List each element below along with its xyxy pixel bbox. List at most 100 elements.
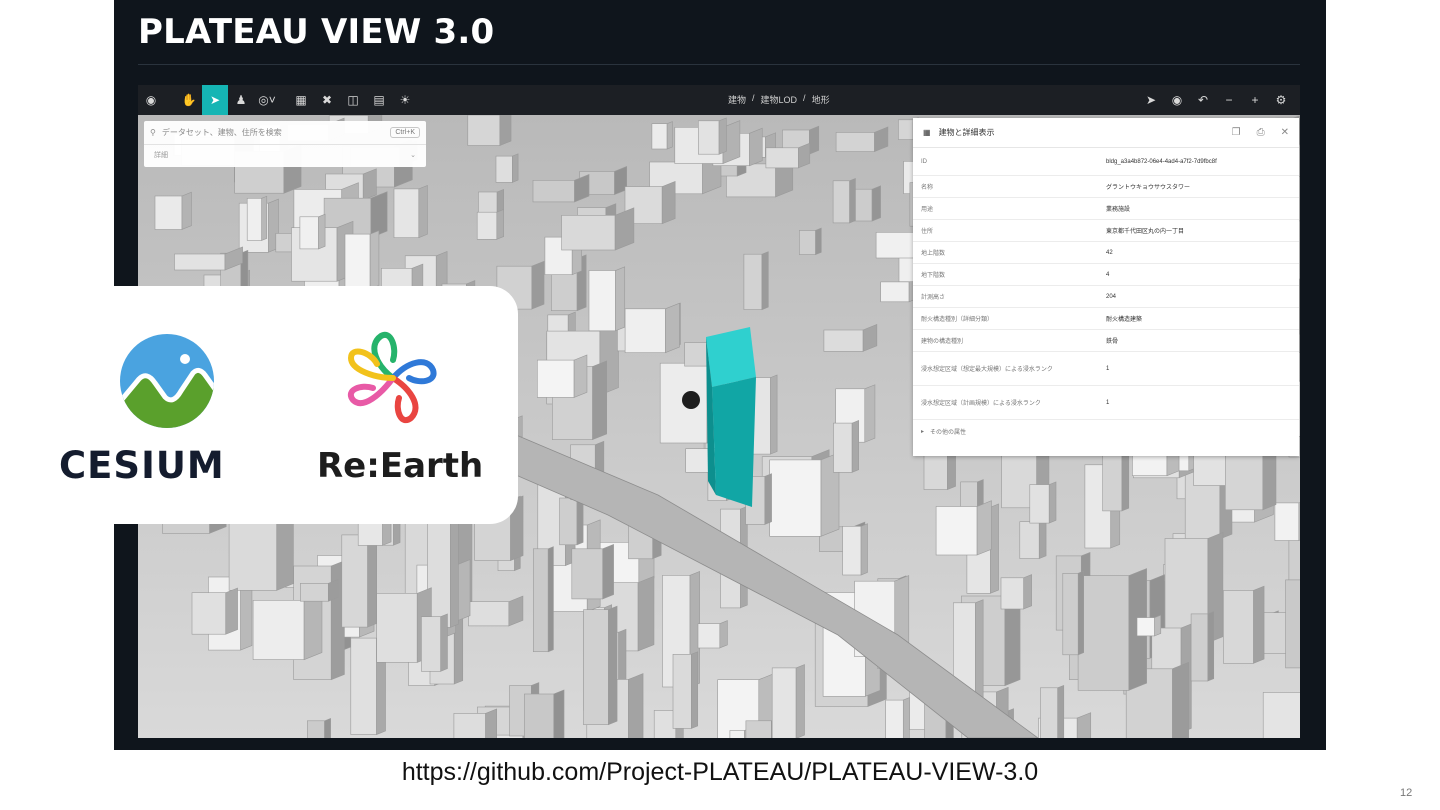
building-side — [902, 697, 910, 738]
shortcut-badge: Ctrl+K — [390, 127, 420, 138]
search-input[interactable]: データセット、建物、住所を検索 — [162, 127, 282, 138]
plus-icon[interactable]: + — [1242, 85, 1268, 115]
attribute-row: 地上階数 42 — [913, 242, 1299, 264]
building-block — [393, 188, 420, 239]
building-side — [496, 208, 504, 240]
attribute-row: 浸水想定区域（計画規模）による浸水ランク 1 — [913, 386, 1299, 420]
settings-icon[interactable]: ⚙ — [1268, 85, 1294, 115]
breadcrumb-item[interactable]: 建物 — [728, 93, 746, 106]
attribute-key: 浸水想定区域（計画規模）による浸水ランク — [921, 401, 1041, 407]
building-block — [833, 422, 853, 473]
sun-icon[interactable]: ☀ — [392, 85, 418, 115]
building-block — [935, 506, 978, 556]
location-pin-icon[interactable] — [682, 391, 700, 409]
building-side — [809, 125, 820, 155]
close-icon[interactable]: ✕ — [1281, 127, 1289, 138]
building-side — [362, 168, 377, 201]
building-block — [467, 115, 501, 146]
building-side — [860, 523, 868, 576]
cursor-icon[interactable]: ➤ — [202, 85, 228, 115]
building-block — [1274, 502, 1300, 541]
attribute-key: 地下階数 — [921, 273, 946, 279]
building-block — [1077, 575, 1130, 691]
building-block — [835, 132, 875, 152]
building-block — [1000, 577, 1025, 610]
breadcrumb-item[interactable]: 地形 — [812, 93, 830, 106]
logo-icon[interactable]: ◉ — [138, 85, 164, 115]
selected-building[interactable] — [706, 327, 756, 507]
print-icon[interactable]: ⎙ — [1257, 127, 1265, 138]
attribute-key: 計測高さ — [921, 295, 946, 301]
toolbar-right-group: ➤ ◉ ↶ − + ⚙ — [1138, 85, 1294, 115]
building-side — [661, 180, 676, 225]
building-block — [697, 120, 720, 155]
attribute-row: 用途 業務施設 — [913, 198, 1299, 220]
building-block — [1040, 687, 1059, 738]
building-icon: ▦ — [923, 128, 931, 137]
cesium-logo-icon — [120, 334, 214, 428]
source-url-link[interactable]: https://github.com/Project-PLATEAU/PLATE… — [0, 758, 1440, 787]
location-icon[interactable]: ◎˅ — [254, 85, 280, 115]
building-side — [871, 185, 881, 222]
minus-icon[interactable]: − — [1216, 85, 1242, 115]
more-attributes-toggle[interactable]: ▸ その他の属性 — [913, 420, 1299, 442]
filter-select[interactable]: 詳細 — [154, 150, 168, 160]
building-side — [815, 227, 822, 256]
building-block — [300, 582, 329, 602]
attribute-table: ID bldg_a3a4b872-06e4-4ad4-a7f2-7d9fbc8f 名… — [913, 148, 1299, 420]
building-block — [536, 359, 575, 398]
undo-icon[interactable]: ↶ — [1190, 85, 1216, 115]
building-side — [327, 578, 339, 602]
compare-icon[interactable]: ◫ — [340, 85, 366, 115]
building-side — [592, 360, 608, 441]
attribute-row: 住所 東京都千代田区丸の内一丁目 — [913, 220, 1299, 242]
building-block — [252, 599, 305, 660]
search-panel: ⚲ データセット、建物、住所を検索 Ctrl+K 詳細 ⌄ — [144, 121, 426, 167]
building-side — [1048, 481, 1057, 524]
building-block — [1190, 613, 1209, 682]
building-side — [1038, 518, 1047, 560]
building-block — [571, 548, 603, 600]
attribute-row: 浸水想定区域（想定最大規模）による浸水ランク 1 — [913, 352, 1299, 386]
building-side — [369, 230, 380, 290]
building-side — [1057, 684, 1065, 738]
info-panel-title: 建物と詳細表示 — [938, 128, 995, 137]
building-block — [588, 270, 616, 332]
building-side — [508, 595, 524, 627]
breadcrumb-item[interactable]: 建物LOD — [761, 93, 798, 106]
attribute-value: 東京都千代田区丸の内一丁目 — [1106, 229, 1185, 235]
building-side — [761, 251, 769, 311]
chevron-down-icon[interactable]: ⌄ — [410, 151, 416, 159]
building-side — [1154, 614, 1162, 637]
building-side — [261, 195, 268, 241]
hand-icon[interactable]: ✋ — [176, 85, 202, 115]
building-side — [318, 213, 326, 250]
measure-icon[interactable]: ✖ — [314, 85, 340, 115]
building-side — [1253, 585, 1265, 664]
grid-icon[interactable]: ▦ — [288, 85, 314, 115]
building-block — [154, 195, 183, 230]
building-side — [1023, 574, 1032, 610]
attribute-row: 耐火構造種別（詳細分類） 耐火構造建築 — [913, 308, 1299, 330]
building-block — [583, 609, 609, 726]
attribute-value: 業務施設 — [1106, 207, 1131, 213]
breadcrumb: 建物 / 建物LOD / 地形 — [728, 93, 830, 106]
pedestrian-icon[interactable]: ♟ — [228, 85, 254, 115]
building-side — [512, 153, 519, 183]
building-side — [976, 500, 992, 556]
building-block — [729, 730, 745, 738]
building-block — [771, 667, 797, 738]
building-block — [842, 525, 862, 576]
camera-icon[interactable]: ◉ — [1164, 85, 1190, 115]
building-block — [765, 147, 799, 169]
panel-icon[interactable]: ▤ — [366, 85, 392, 115]
building-block — [885, 699, 904, 738]
building-block — [823, 329, 864, 352]
building-block — [299, 216, 319, 250]
page-title: PLATEAU VIEW 3.0 — [138, 12, 495, 52]
attribute-value: 鉄骨 — [1106, 339, 1119, 345]
send-icon[interactable]: ➤ — [1138, 85, 1164, 115]
building-block — [478, 191, 498, 215]
copy-icon[interactable]: ❐ — [1232, 127, 1241, 138]
top-toolbar: ◉ ✋ ➤ ♟ ◎˅ ▦ ✖ ◫ ▤ ☀ 建物 / 建物LOD / 地形 ➤ ◉… — [138, 85, 1300, 115]
